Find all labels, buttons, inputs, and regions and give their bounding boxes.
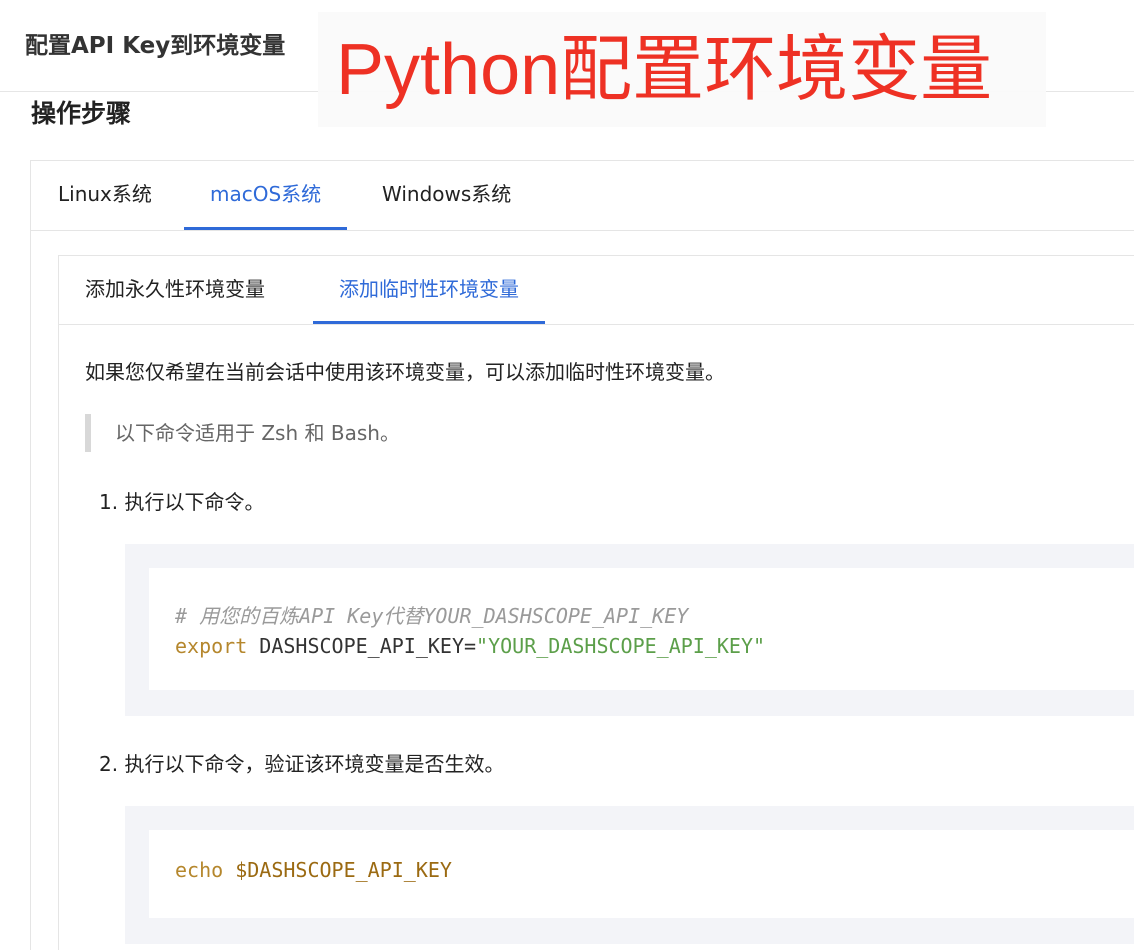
- section-heading: 操作步骤: [31, 99, 132, 128]
- tab-windows[interactable]: Windows系统: [382, 161, 511, 228]
- step-1-text: 1. 执行以下命令。: [99, 490, 265, 514]
- tab-permanent-env-var[interactable]: 添加永久性环境变量: [85, 256, 265, 322]
- tab-temporary-env-var[interactable]: 添加临时性环境变量: [313, 256, 545, 324]
- shell-note-blockquote: 以下命令适用于 Zsh 和 Bash。: [85, 414, 400, 452]
- code-content-echo[interactable]: echo $DASHSCOPE_API_KEY: [149, 830, 1134, 918]
- code-block-echo: echo $DASHSCOPE_API_KEY: [125, 806, 1134, 944]
- export-keyword: export: [175, 634, 248, 658]
- code-echo-line: echo $DASHSCOPE_API_KEY: [175, 858, 452, 882]
- code-export-line: export DASHSCOPE_API_KEY="YOUR_DASHSCOPE…: [175, 634, 765, 658]
- env-var-value: "YOUR_DASHSCOPE_API_KEY": [476, 634, 766, 658]
- intro-paragraph: 如果您仅希望在当前会话中使用该环境变量，可以添加临时性环境变量。: [85, 360, 725, 384]
- doc-page: 配置API Key到环境变量 Python配置环境变量 操作步骤 Linux系统…: [0, 0, 1134, 950]
- doc-title: 配置API Key到环境变量: [25, 33, 286, 59]
- code-content-export[interactable]: # 用您的百炼API Key代替YOUR_DASHSCOPE_API_KEY e…: [149, 568, 1134, 690]
- echo-keyword: echo: [175, 858, 224, 882]
- overlay-banner: Python配置环境变量: [318, 12, 1046, 127]
- code-block-export: # 用您的百炼API Key代替YOUR_DASHSCOPE_API_KEY e…: [125, 544, 1134, 716]
- env-var-tab-panel: 添加永久性环境变量 添加临时性环境变量 如果您仅希望在当前会话中使用该环境变量，…: [58, 255, 1134, 950]
- overlay-title: Python配置环境变量: [336, 30, 993, 110]
- env-var-assign: DASHSCOPE_API_KEY=: [259, 634, 477, 658]
- step-2-text: 2. 执行以下命令，验证该环境变量是否生效。: [99, 752, 505, 776]
- tab-linux[interactable]: Linux系统: [58, 161, 152, 228]
- os-tab-panel: Linux系统 macOS系统 Windows系统 添加永久性环境变量 添加临时…: [30, 160, 1134, 950]
- os-tab-bar: Linux系统 macOS系统 Windows系统: [31, 161, 1134, 231]
- echo-variable: $DASHSCOPE_API_KEY: [235, 858, 452, 882]
- env-var-tab-bar: 添加永久性环境变量 添加临时性环境变量: [59, 256, 1134, 325]
- tab-macos[interactable]: macOS系统: [183, 161, 348, 230]
- code-comment: # 用您的百炼API Key代替YOUR_DASHSCOPE_API_KEY: [175, 604, 689, 628]
